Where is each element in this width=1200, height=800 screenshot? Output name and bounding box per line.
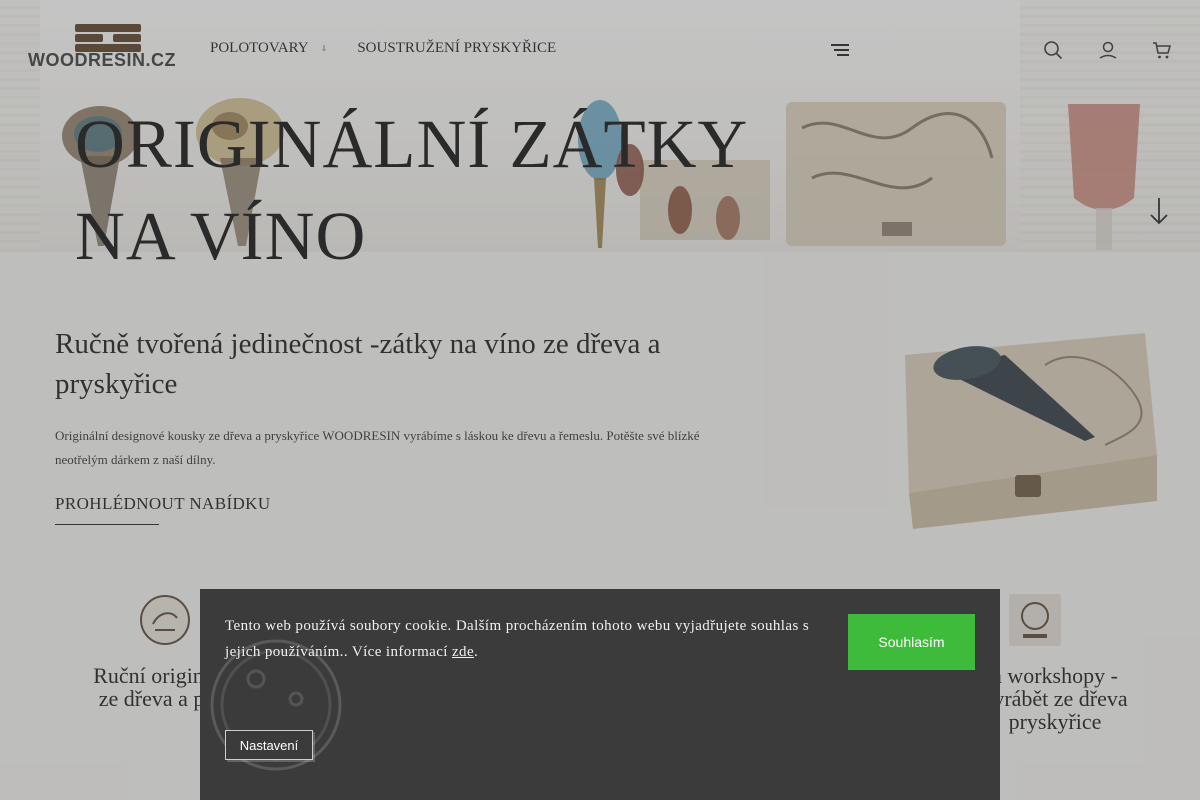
- cookie-message: Tento web používá soubory cookie. Dalším…: [225, 618, 810, 660]
- accept-cookies-button[interactable]: Souhlasím: [848, 614, 975, 670]
- cookie-settings-button[interactable]: Nastavení: [225, 730, 313, 760]
- cookie-consent-bar: Tento web používá soubory cookie. Dalším…: [200, 589, 1000, 800]
- cookie-more-info-link[interactable]: zde: [452, 644, 474, 660]
